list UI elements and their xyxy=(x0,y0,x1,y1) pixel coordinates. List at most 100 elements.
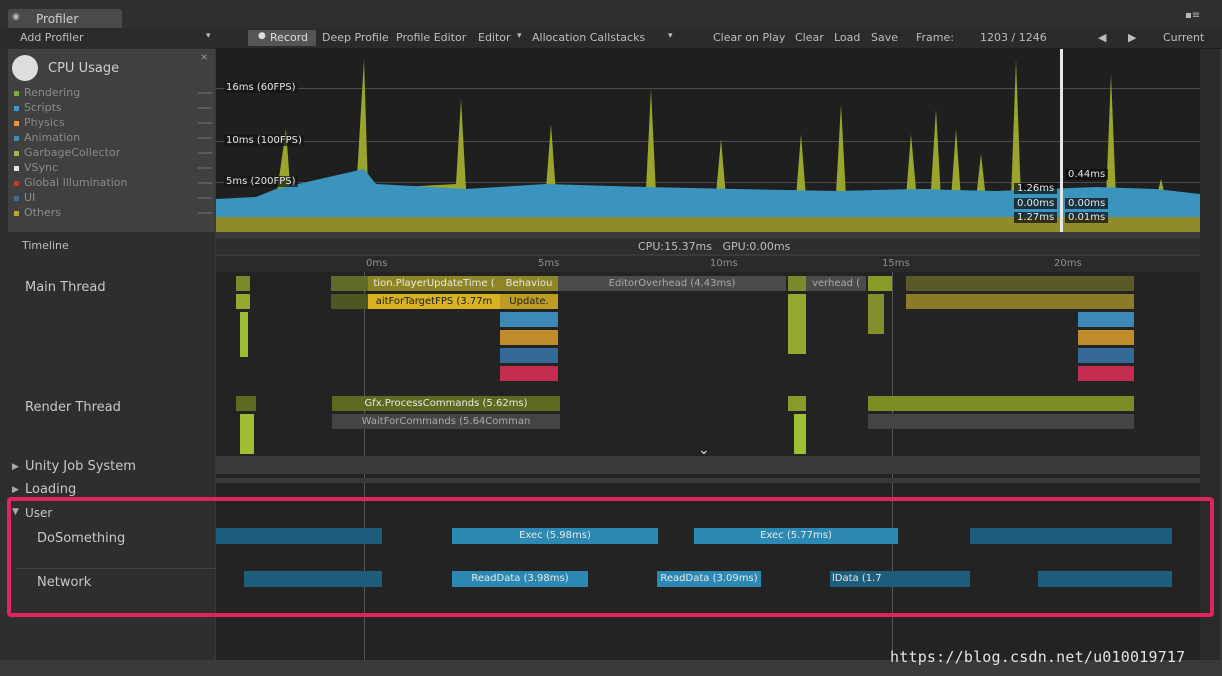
legend-item[interactable]: Physics xyxy=(14,116,214,130)
next-frame-icon[interactable]: ▶ xyxy=(1128,31,1136,44)
profile-editor-button[interactable]: Profile Editor xyxy=(396,31,466,44)
legend-value-bar xyxy=(198,122,212,124)
render-thread-block[interactable] xyxy=(868,396,1134,411)
ruler-tick: 10ms xyxy=(710,258,738,269)
render-thread-block[interactable] xyxy=(868,414,1134,429)
job-system-lane xyxy=(216,456,1200,474)
main-thread-block[interactable] xyxy=(240,312,248,357)
gi-block[interactable] xyxy=(500,366,558,381)
legend-swatch xyxy=(14,165,19,171)
record-label: Record xyxy=(270,31,309,44)
thread-label-render: Render Thread xyxy=(25,400,121,415)
legend-item[interactable]: Global Illumination xyxy=(14,176,214,190)
main-thread-block[interactable] xyxy=(331,276,369,291)
main-thread-block[interactable] xyxy=(868,294,884,334)
player-update-block[interactable]: tion.PlayerUpdateTime ( xyxy=(368,276,500,291)
legend-value-bar xyxy=(198,167,212,169)
overhead-block[interactable]: verhead ( xyxy=(806,276,866,291)
chevron-down-icon[interactable]: ⌄ xyxy=(698,442,710,458)
editor-overhead-block[interactable]: EditorOverhead (4.43ms) xyxy=(558,276,786,291)
line-label-16ms: 16ms (60FPS) xyxy=(224,82,298,93)
main-thread-block[interactable] xyxy=(868,276,892,291)
legend-swatch xyxy=(14,210,19,216)
physics-block[interactable] xyxy=(500,330,558,345)
legend-label: Others xyxy=(24,206,61,219)
thread-label-jobs[interactable]: Unity Job System xyxy=(25,459,136,474)
legend-value-bar xyxy=(198,152,212,154)
ruler-tick: 0ms xyxy=(366,258,388,269)
load-button[interactable]: Load xyxy=(834,31,860,44)
render-thread-block[interactable] xyxy=(236,396,256,411)
record-icon: ● xyxy=(258,31,266,41)
legend-swatch xyxy=(14,120,19,126)
animation-block[interactable] xyxy=(500,348,558,363)
frame-cursor[interactable] xyxy=(1060,49,1063,232)
cpu-chart[interactable]: 16ms (60FPS) 10ms (100FPS) 5ms (200FPS) … xyxy=(216,49,1200,232)
render-thread-block[interactable] xyxy=(240,414,254,454)
expand-arrow-icon[interactable]: ▶ xyxy=(12,462,19,472)
profiler-icon: ◉ xyxy=(12,12,20,22)
legend-label: Scripts xyxy=(24,101,62,114)
loading-lane xyxy=(216,478,1200,483)
gi-block[interactable] xyxy=(1078,366,1134,381)
prev-frame-icon[interactable]: ◀ xyxy=(1098,31,1106,44)
wait-for-target-fps-block[interactable]: aitForTargetFPS (3.77m xyxy=(368,294,500,309)
physics-block[interactable] xyxy=(1078,330,1134,345)
close-icon[interactable]: × xyxy=(200,52,208,63)
render-thread-block[interactable] xyxy=(794,414,806,454)
timeline-dropdown[interactable]: Timeline xyxy=(22,239,69,252)
frame-counter: 1203 / 1246 xyxy=(980,31,1047,44)
window-menu-icon[interactable]: ▪≡ xyxy=(1185,10,1200,21)
editor-dropdown[interactable]: Editor xyxy=(478,31,511,44)
editor-dropdown-icon: ▾ xyxy=(517,31,522,41)
legend-item[interactable]: Scripts xyxy=(14,101,214,115)
scripts-block[interactable] xyxy=(1078,312,1134,327)
legend-item[interactable]: Animation xyxy=(14,131,214,145)
value-left-0: 1.26ms xyxy=(1014,183,1058,194)
legend-value-bar xyxy=(198,182,212,184)
legend-item[interactable]: Others xyxy=(14,206,214,220)
legend-value-bar xyxy=(198,107,212,109)
legend-label: Animation xyxy=(24,131,81,144)
value-right-0: 0.44ms xyxy=(1065,169,1109,180)
legend-item[interactable]: GarbageCollector xyxy=(14,146,214,160)
legend-item[interactable]: Rendering xyxy=(14,86,214,100)
cpu-gpu-status: CPU:15.37ms GPU:0.00ms xyxy=(638,240,791,253)
thread-label-loading[interactable]: Loading xyxy=(25,482,76,497)
main-thread-block[interactable] xyxy=(236,276,250,291)
thread-label-main: Main Thread xyxy=(25,280,106,295)
legend-label: GarbageCollector xyxy=(24,146,121,159)
main-thread-block[interactable] xyxy=(788,294,806,354)
current-frame-button[interactable]: Current xyxy=(1163,31,1204,44)
value-right-1: 0.00ms xyxy=(1065,198,1109,209)
add-profiler-dropdown[interactable]: Add Profiler xyxy=(20,31,84,44)
deep-profile-button[interactable]: Deep Profile xyxy=(322,31,389,44)
legend-item[interactable]: VSync xyxy=(14,161,214,175)
wait-for-commands-block[interactable]: WaitForCommands (5.64Comman xyxy=(332,414,560,429)
tab-label: Profiler xyxy=(36,12,79,26)
save-button[interactable]: Save xyxy=(871,31,898,44)
gfx-process-commands-block[interactable]: Gfx.ProcessCommands (5.62ms) xyxy=(332,396,560,411)
render-thread-block[interactable] xyxy=(788,396,806,411)
line-label-5ms: 5ms (200FPS) xyxy=(224,176,298,187)
main-thread-block[interactable] xyxy=(906,294,1134,309)
cpu-usage-title: CPU Usage xyxy=(48,61,120,76)
animation-block[interactable] xyxy=(1078,348,1134,363)
main-thread-block[interactable] xyxy=(906,276,1134,291)
update-block[interactable]: Update. xyxy=(500,294,558,309)
value-left-1: 0.00ms xyxy=(1014,198,1058,209)
clear-on-play-button[interactable]: Clear on Play xyxy=(713,31,785,44)
chevron-down-icon: ▾ xyxy=(206,31,211,41)
main-thread-block[interactable] xyxy=(331,294,369,309)
main-thread-block[interactable] xyxy=(788,276,806,291)
behaviour-block[interactable]: Behaviou xyxy=(500,276,558,291)
main-thread-block[interactable] xyxy=(236,294,250,309)
clear-button[interactable]: Clear xyxy=(795,31,824,44)
allocation-callstacks-button[interactable]: Allocation Callstacks xyxy=(532,31,645,44)
expand-arrow-icon[interactable]: ▶ xyxy=(12,485,19,495)
watermark-text: https://blog.csdn.net/u010019717 xyxy=(890,648,1186,666)
legend-item[interactable]: UI xyxy=(14,191,214,205)
scripts-block[interactable] xyxy=(500,312,558,327)
legend-label: Physics xyxy=(24,116,65,129)
legend-swatch xyxy=(14,180,19,186)
